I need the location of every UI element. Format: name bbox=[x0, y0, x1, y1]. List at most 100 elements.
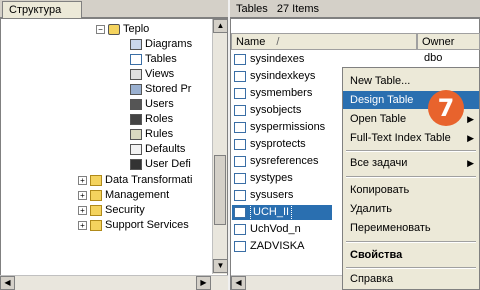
expand-icon[interactable]: + bbox=[78, 220, 87, 230]
tree-node-label: Management bbox=[105, 189, 170, 201]
tree-node-security[interactable]: + Security bbox=[78, 203, 145, 217]
table-name: sysmembers bbox=[250, 87, 313, 99]
table-name: sysindexes bbox=[250, 53, 305, 65]
table-owner: dbo bbox=[424, 52, 443, 64]
column-headers: Name / Owner bbox=[231, 33, 480, 50]
menu-separator bbox=[346, 241, 476, 243]
step-number-badge: 7 bbox=[428, 90, 464, 126]
list-title: Tables bbox=[236, 3, 268, 15]
menu-item-label: New Table... bbox=[350, 75, 411, 87]
menu-item-all-tasks[interactable]: Все задачи ▶ bbox=[343, 154, 479, 172]
scroll-thumb[interactable] bbox=[214, 155, 226, 225]
menu-item-rename[interactable]: Переименовать bbox=[343, 219, 479, 237]
menu-item-label: Переименовать bbox=[350, 222, 431, 234]
tree-node-support-services[interactable]: + Support Services bbox=[78, 218, 189, 232]
menu-item-label: Копировать bbox=[350, 184, 410, 196]
sort-icon: / bbox=[276, 36, 280, 48]
table-name: UCH_II bbox=[250, 204, 293, 221]
tree-node-label: Diagrams bbox=[145, 38, 193, 50]
tree-node-label: Views bbox=[145, 68, 175, 80]
menu-item-label: Справка bbox=[350, 273, 394, 285]
user-defined-icon bbox=[130, 158, 142, 170]
table-icon bbox=[234, 241, 246, 252]
table-icon bbox=[234, 207, 246, 218]
folder-icon bbox=[90, 204, 102, 216]
scroll-left-icon[interactable]: ◀ bbox=[0, 276, 15, 290]
table-icon bbox=[234, 122, 246, 133]
menu-item-full-text-index[interactable]: Full-Text Index Table ▶ bbox=[343, 129, 479, 147]
tree-node-label: Tables bbox=[145, 53, 177, 65]
tree-node-defaults[interactable]: Defaults bbox=[130, 142, 185, 156]
menu-item-label: Удалить bbox=[350, 203, 392, 215]
table-icon bbox=[234, 88, 246, 99]
menu-item-label: Design Table bbox=[350, 94, 414, 106]
scroll-up-icon[interactable]: ▲ bbox=[213, 19, 228, 33]
tree-view: − Teplo Diagrams Tables Views Stored Pr … bbox=[0, 20, 212, 275]
table-name: sysprotects bbox=[250, 138, 306, 150]
submenu-arrow-icon: ▶ bbox=[467, 114, 474, 124]
column-owner-label: Owner bbox=[422, 36, 455, 48]
table-row[interactable]: sysindexes bbox=[232, 52, 364, 67]
table-icon bbox=[234, 139, 246, 150]
tree-node-label: Defaults bbox=[145, 143, 186, 155]
table-icon bbox=[130, 53, 142, 65]
menu-item-new-table[interactable]: New Table... bbox=[343, 72, 479, 90]
table-name: UchVod_n bbox=[250, 223, 301, 235]
menu-item-properties[interactable]: Свойства bbox=[343, 246, 479, 264]
stored-procedure-icon bbox=[130, 83, 142, 95]
tree-node-label: Security bbox=[105, 204, 145, 216]
tree-node-tables[interactable]: Tables bbox=[130, 52, 177, 66]
table-icon bbox=[234, 156, 246, 167]
submenu-arrow-icon: ▶ bbox=[467, 133, 474, 143]
tab-structure[interactable]: Структура bbox=[2, 1, 82, 18]
tree-node-diagrams[interactable]: Diagrams bbox=[130, 37, 192, 51]
table-name: sysobjects bbox=[250, 104, 302, 116]
menu-item-help[interactable]: Справка bbox=[343, 270, 479, 288]
database-icon bbox=[108, 23, 120, 35]
tree-horizontal-scrollbar[interactable]: ◀ ▶ bbox=[0, 275, 228, 290]
table-icon bbox=[234, 173, 246, 184]
menu-separator bbox=[346, 150, 476, 152]
folder-icon bbox=[90, 189, 102, 201]
expand-icon[interactable]: + bbox=[78, 205, 87, 215]
column-header-name[interactable]: Name / bbox=[231, 33, 417, 50]
tree-node-label: Teplo bbox=[123, 23, 150, 35]
tree-node-label: User Defi bbox=[145, 158, 191, 170]
expand-icon[interactable]: + bbox=[78, 175, 87, 185]
list-header-bar: Tables 27 Items bbox=[230, 0, 480, 18]
table-icon bbox=[234, 54, 246, 65]
tree-node-users[interactable]: Users bbox=[130, 97, 174, 111]
tree-node-roles[interactable]: Roles bbox=[130, 112, 173, 126]
tree-vertical-scrollbar[interactable]: ▲ ▼ bbox=[212, 19, 228, 274]
tree-node-rules[interactable]: Rules bbox=[130, 127, 173, 141]
collapse-icon[interactable]: − bbox=[96, 24, 105, 34]
scroll-down-icon[interactable]: ▼ bbox=[213, 259, 228, 273]
tree-node-label: Stored Pr bbox=[145, 83, 192, 95]
roles-icon bbox=[130, 113, 142, 125]
table-row-selected[interactable]: UCH_II bbox=[232, 204, 332, 221]
scroll-right-icon[interactable]: ▶ bbox=[196, 276, 211, 290]
tree-node-label: Support Services bbox=[105, 219, 189, 231]
menu-item-label: Full-Text Index Table bbox=[350, 132, 451, 144]
tree-node-views[interactable]: Views bbox=[130, 67, 174, 81]
tree-node-user-defined[interactable]: User Defi bbox=[130, 157, 191, 171]
table-name: sysreferences bbox=[250, 155, 319, 167]
menu-item-label: Open Table bbox=[350, 113, 407, 125]
tree-node-management[interactable]: + Management bbox=[78, 188, 169, 202]
tree-node-stored-procedures[interactable]: Stored Pr bbox=[130, 82, 191, 96]
menu-separator bbox=[346, 176, 476, 178]
menu-separator bbox=[346, 267, 476, 269]
scroll-left-icon[interactable]: ◀ bbox=[231, 276, 246, 290]
table-name: systypes bbox=[250, 172, 293, 184]
menu-item-copy[interactable]: Копировать bbox=[343, 181, 479, 199]
menu-item-delete[interactable]: Удалить bbox=[343, 200, 479, 218]
table-name: ZADVISKA bbox=[250, 240, 305, 252]
column-header-owner[interactable]: Owner bbox=[417, 33, 480, 50]
rules-icon bbox=[130, 128, 142, 140]
column-name-label: Name bbox=[236, 36, 266, 48]
table-icon bbox=[234, 105, 246, 116]
tree-node-data-transformation[interactable]: + Data Transformati bbox=[78, 173, 192, 187]
table-icon bbox=[234, 224, 246, 235]
expand-icon[interactable]: + bbox=[78, 190, 87, 200]
tree-node-teplo[interactable]: − Teplo bbox=[96, 22, 149, 36]
